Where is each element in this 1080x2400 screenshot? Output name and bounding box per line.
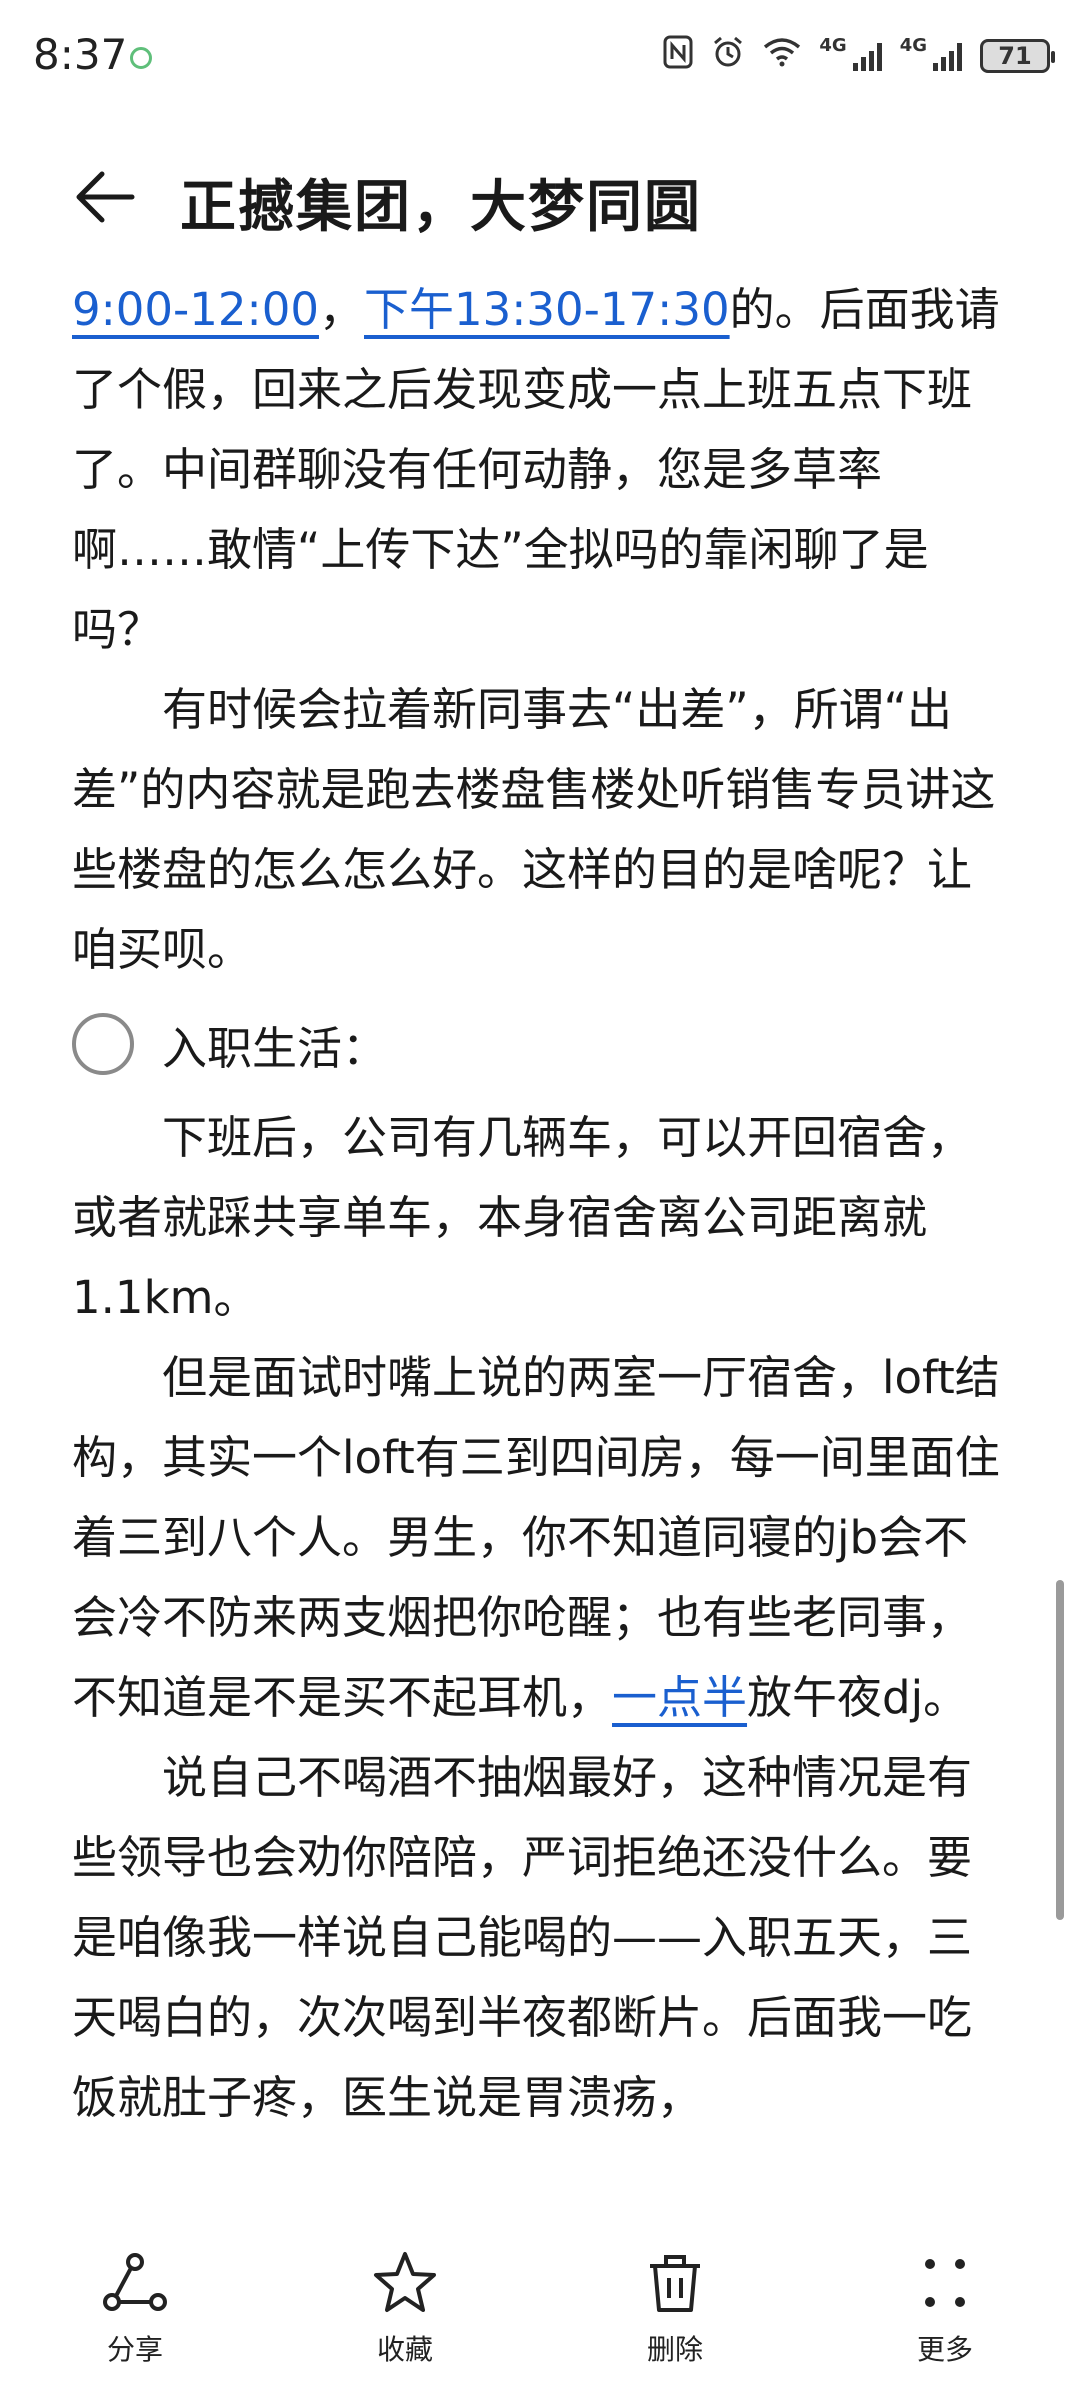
- trash-icon: [650, 2255, 700, 2312]
- link-time-half-past-one[interactable]: 一点半: [612, 1671, 747, 1724]
- bottom-toolbar: 分享 收藏 删除 更多: [0, 2230, 1080, 2400]
- signal-icon-2: [933, 41, 962, 71]
- checkbox-circle[interactable]: [72, 1013, 134, 1075]
- link-time-afternoon[interactable]: 下午13:30-17:30: [364, 283, 730, 336]
- status-icons: 4G 4G 71: [663, 35, 1055, 77]
- app-notification-icon: [130, 47, 152, 69]
- back-arrow-icon[interactable]: [70, 162, 140, 232]
- status-bar: 8:37 4G 4G 71: [0, 0, 1080, 120]
- favorite-button[interactable]: 收藏: [270, 2230, 540, 2400]
- paragraph-4-end: 放午夜dj。: [747, 1671, 969, 1724]
- more-button[interactable]: 更多: [810, 2230, 1080, 2400]
- share-icon: [103, 2253, 167, 2311]
- delete-button[interactable]: 删除: [540, 2230, 810, 2400]
- network-type-2: 4G: [899, 35, 927, 56]
- paragraph-1: 9:00-12:00，下午13:30-17:30的。后面我请了个假，回来之后发现…: [72, 270, 1002, 670]
- checklist-label: 入职生活：: [162, 1021, 388, 1075]
- scrollbar[interactable]: [1056, 1580, 1064, 1920]
- wifi-icon: [763, 37, 801, 75]
- paragraph-1-text: 的。后面我请了个假，回来之后发现变成一点上班五点下班了。中间群聊没有任何动静，您…: [72, 283, 1000, 656]
- paragraph-4-text: 但是面试时嘴上说的两室一厅宿舍，loft结构，其实一个loft有三到四间房，每一…: [72, 1351, 1000, 1724]
- page-title: 正撼集团，大梦同圆: [180, 175, 702, 240]
- paragraph-3: 下班后，公司有几辆车，可以开回宿舍，或者就踩共享单车，本身宿舍离公司距离就1.1…: [72, 1111, 973, 1324]
- star-icon: [374, 2252, 436, 2312]
- share-button[interactable]: 分享: [0, 2230, 270, 2400]
- checklist-item: 入职生活：: [72, 994, 1002, 1094]
- paragraph-1-sep: ，: [318, 283, 364, 336]
- battery-level: 71: [998, 42, 1032, 70]
- more-dots-icon: [925, 2259, 965, 2307]
- paragraph-2: 有时候会拉着新同事去“出差”，所谓“出差”的内容就是跑去楼盘售楼处听销售专员讲这…: [72, 683, 996, 976]
- battery-icon: 71: [980, 39, 1055, 73]
- delete-label: 删除: [646, 2333, 703, 2366]
- signal-icon-1: [852, 41, 882, 71]
- note-content[interactable]: 9:00-12:00，下午13:30-17:30的。后面我请了个假，回来之后发现…: [72, 270, 1002, 2230]
- nfc-icon: [663, 35, 693, 77]
- favorite-label: 收藏: [376, 2333, 433, 2366]
- paragraph-5: 说自己不喝酒不抽烟最好，这种情况是有些领导也会劝你陪陪，严词拒绝还没什么。要是咱…: [72, 1751, 973, 2124]
- more-label: 更多: [916, 2333, 973, 2366]
- share-label: 分享: [106, 2333, 163, 2366]
- alarm-icon: [711, 35, 745, 77]
- paragraph-4: 但是面试时嘴上说的两室一厅宿舍，loft结构，其实一个loft有三到四间房，每一…: [72, 1338, 1002, 1738]
- network-type-1: 4G: [819, 35, 847, 56]
- header: 正撼集团，大梦同圆: [0, 140, 1080, 250]
- link-time-morning[interactable]: 9:00-12:00: [72, 283, 319, 336]
- status-time: 8:37: [33, 30, 128, 79]
